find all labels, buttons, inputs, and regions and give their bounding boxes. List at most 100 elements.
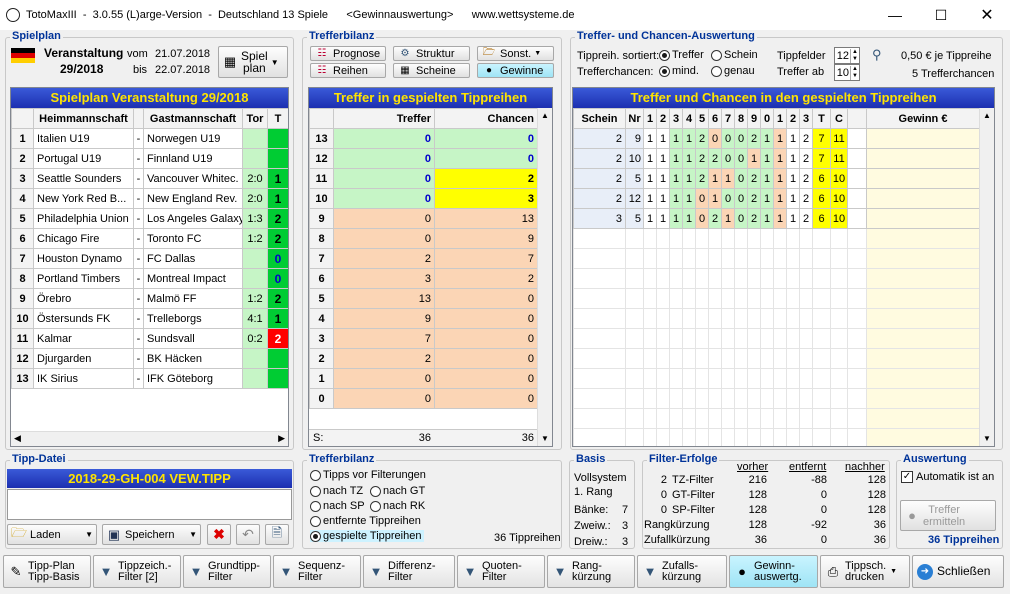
spielplan-row[interactable]: 1 Italien U19- Norwegen U19 — [11, 128, 288, 149]
opt-gespielte[interactable]: gespielte Tippreihen — [310, 530, 425, 542]
bilanz-row[interactable]: 9 0 13 — [309, 208, 538, 229]
new-document-icon[interactable]: 🗎 — [265, 524, 289, 545]
col-treffer[interactable]: Treffer — [333, 108, 435, 129]
gewinnauswertung-button[interactable]: ● Gewinn-auswertg. — [729, 555, 818, 588]
bilanz-row[interactable]: 809 — [309, 228, 538, 249]
bilanz-row[interactable]: 370 — [309, 328, 538, 349]
spielplan-row[interactable]: 3 Seattle Sounders - Vancouver Whitec. 2:0 1 — [11, 168, 288, 189]
auswertung-col-header[interactable]: 1 — [773, 108, 787, 129]
bilanz-row[interactable]: 727 — [309, 248, 538, 269]
schliessen-button[interactable]: ➜ Schließen — [912, 555, 1004, 588]
trefferbilanz-vscrollbar[interactable]: ▲ ▼ — [537, 108, 552, 446]
sonst-button[interactable]: 🗁 Sonst. ▼ — [477, 46, 554, 61]
scroll-down-icon[interactable]: ▼ — [983, 434, 991, 443]
spielplan-row[interactable]: 9 Örebro - Malmö FF 1:2 2 — [11, 288, 288, 309]
opt-nach-sp[interactable]: nach SP — [310, 500, 365, 512]
treffer-ab-spinner[interactable]: 10 ▲ ▼ — [834, 64, 860, 81]
delete-icon[interactable]: ✖ — [207, 524, 231, 545]
zufallskuerzung-button[interactable]: ▼ Zufalls-kürzung — [637, 555, 727, 588]
col-heimmannschaft[interactable]: Heimmannschaft — [33, 108, 134, 129]
spielplan-row[interactable]: 6 Chicago Fire - Toronto FC 1:2 2 — [11, 228, 288, 249]
bilanz-row[interactable]: 12 0 0 — [309, 148, 538, 169]
sort-treffer-radio[interactable]: Treffer — [659, 49, 704, 61]
auswertung-col-header[interactable]: Schein — [573, 108, 626, 129]
spielplan-row[interactable]: 4 New York Red B... - New England Rev. 2:0 1 — [11, 188, 288, 209]
opt-nach-tz[interactable]: nach TZ — [310, 485, 363, 497]
auswertung-col-header[interactable]: 1 — [643, 108, 657, 129]
spielplan-row[interactable]: 11 Kalmar - Sundsvall 0:2 2 — [11, 328, 288, 349]
opt-nach-rk[interactable]: nach RK — [370, 500, 425, 512]
auswertung-col-header[interactable]: 3 — [669, 108, 683, 129]
bilanz-row[interactable]: 5 13 0 — [309, 288, 538, 309]
spielplan-row[interactable]: 5 Philadelphia Union - Los Angeles Galaxy 1:… — [11, 208, 288, 229]
auswertung-col-header[interactable]: C — [830, 108, 848, 129]
sort-schein-radio[interactable]: Schein — [711, 49, 758, 61]
tipp-plan-button[interactable]: ✎ Tipp-Plan Tipp-Basis — [3, 555, 91, 588]
spinner-arrows-icon[interactable]: ▲ ▼ — [850, 65, 859, 80]
opt-nach-gt[interactable]: nach GT — [370, 485, 425, 497]
struktur-button[interactable]: ⚙ Struktur — [393, 46, 470, 61]
spielplan-row[interactable]: 12 Djurgarden - BK Häcken — [11, 348, 288, 369]
opt-vor-filterungen[interactable]: Tipps vor Filterungen — [310, 469, 426, 481]
auswertung-col-header[interactable]: 8 — [734, 108, 748, 129]
bilanz-row[interactable]: 11 0 2 — [309, 168, 538, 189]
auswertung-row[interactable]: 2 10 1 1 1 1 2 2 0 0 1 1 1 1 2 7 11 — [573, 148, 980, 169]
spinner-arrows-icon[interactable]: ▲ ▼ — [850, 48, 859, 63]
auswertung-row[interactable]: 2 9 1 1 1 1 2 0 0 0 2 1 1 1 2 7 11 — [573, 128, 980, 149]
auswertung-col-header[interactable]: 7 — [721, 108, 735, 129]
auswertung-col-header[interactable]: 0 — [760, 108, 774, 129]
scheine-button[interactable]: ▦ Scheine — [393, 63, 470, 78]
opt-entfernte[interactable]: entfernte Tippreihen — [310, 515, 421, 527]
minimize-button[interactable]: — — [872, 0, 918, 30]
auswertung-row[interactable]: 2 12 1 1 1 1 0 1 0 0 2 1 1 1 2 6 10 — [573, 188, 980, 209]
auswertung-col-header[interactable]: 6 — [708, 108, 722, 129]
prognose-button[interactable]: ☷ Prognose — [310, 46, 386, 61]
auswertung-col-header[interactable]: 9 — [747, 108, 761, 129]
bilanz-row[interactable]: 632 — [309, 268, 538, 289]
maximize-button[interactable]: ☐ — [918, 0, 964, 30]
tippschein-drucken-button[interactable]: ⎙ Tippsch. drucken ▼ — [820, 555, 910, 588]
differenz-filter-button[interactable]: ▼ Differenz- Filter — [363, 555, 455, 588]
tipp-notes-area[interactable] — [7, 489, 292, 520]
spielplan-row[interactable]: 10 Östersunds FK - Trelleborgs 4:1 1 — [11, 308, 288, 329]
tippfelder-spinner[interactable]: 12 ▲ ▼ — [834, 47, 860, 64]
sequenz-filter-button[interactable]: ▼ Sequenz- Filter — [273, 555, 361, 588]
undo-icon[interactable]: ↶ — [236, 524, 260, 545]
bilanz-row[interactable]: 100 — [309, 368, 538, 389]
bilanz-row[interactable]: 490 — [309, 308, 538, 329]
scroll-left-icon[interactable]: ◀ — [14, 433, 21, 444]
auswertung-col-header[interactable]: 5 — [695, 108, 709, 129]
chancen-genau-radio[interactable]: genau — [711, 65, 755, 77]
spielplan-hscrollbar[interactable]: ◀ ▶ — [11, 431, 288, 446]
col-t[interactable]: T — [267, 108, 288, 129]
rangkuerzung-button[interactable]: ▼ Rang-kürzung — [547, 555, 635, 588]
spielplan-row[interactable]: 8 Portland Timbers - Montreal Impact 0 — [11, 268, 288, 289]
scroll-up-icon[interactable]: ▲ — [541, 111, 549, 120]
auswertung-col-header[interactable]: 2 — [656, 108, 670, 129]
auswertung-col-header[interactable]: 2 — [786, 108, 800, 129]
auswertung-row[interactable]: 3 5 1 1 1 1 0 2 1 0 2 1 1 1 2 6 10 — [573, 208, 980, 229]
close-window-button[interactable]: ✕ — [964, 0, 1010, 30]
spielplan-row[interactable]: 2 Portugal U19- Finnland U19 — [11, 148, 288, 169]
laden-button[interactable]: 🗁 Laden ▼ — [7, 524, 97, 545]
auswertung-col-header[interactable]: 3 — [799, 108, 813, 129]
auswertung-col-header[interactable]: Nr — [625, 108, 644, 129]
col-tor[interactable]: Tor — [242, 108, 268, 129]
tippzeichen-filter-button[interactable]: ▼ Tippzeich.- Filter [2] — [93, 555, 181, 588]
chancen-mind-radio[interactable]: mind. — [659, 65, 699, 77]
auswertung-col-header[interactable]: Gewinn € — [866, 108, 980, 129]
treffer-ermitteln-button[interactable]: ● Treffer ermitteln — [900, 500, 996, 531]
speichern-button[interactable]: ▣ Speichern ▼ — [102, 524, 201, 545]
bilanz-row[interactable]: 13 0 0 — [309, 128, 538, 149]
auswertung-col-header[interactable]: 4 — [682, 108, 696, 129]
quoten-filter-button[interactable]: ▼ Quoten- Filter — [457, 555, 545, 588]
bilanz-row[interactable]: 10 0 3 — [309, 188, 538, 209]
scroll-up-icon[interactable]: ▲ — [983, 111, 991, 120]
grundtipp-filter-button[interactable]: ▼ Grundtipp- Filter — [183, 555, 271, 588]
spielplan-row[interactable]: 13 IK Sirius - IFK Göteborg — [11, 368, 288, 389]
bilanz-row[interactable]: 220 — [309, 348, 538, 369]
auswertung-col-header[interactable]: T — [812, 108, 831, 129]
auswertung-vscrollbar[interactable]: ▲ ▼ — [979, 108, 994, 446]
reihen-button[interactable]: ☷ Reihen — [310, 63, 386, 78]
col-chancen[interactable]: Chancen — [434, 108, 538, 129]
